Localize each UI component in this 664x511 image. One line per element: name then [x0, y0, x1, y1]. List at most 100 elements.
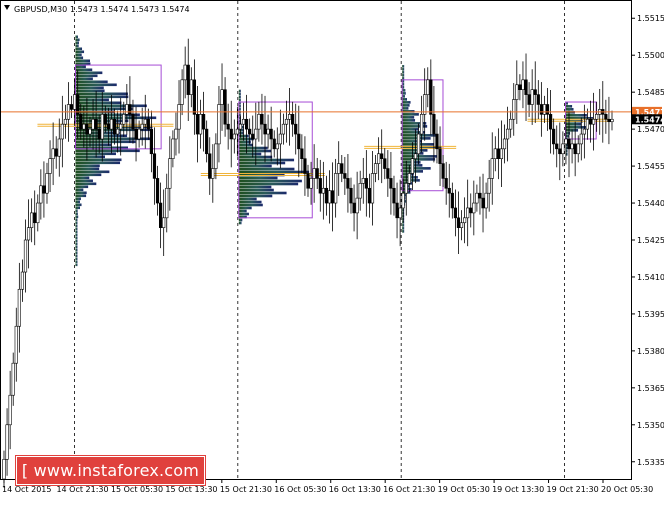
profile-bar	[75, 239, 78, 243]
ohlc-label: 1.5473 1.5474 1.5473 1.5474	[70, 5, 190, 14]
candle-body	[395, 202, 399, 219]
candle-body	[112, 118, 117, 135]
candle-body	[137, 128, 141, 140]
profile-bar	[402, 230, 405, 233]
profile-bar	[75, 179, 93, 183]
candle-body	[79, 114, 83, 130]
candle-body	[140, 123, 144, 130]
candle-body	[404, 183, 408, 194]
profile-bar	[402, 128, 419, 131]
candle-body	[466, 207, 470, 219]
x-tick-label: 19 Oct 05:30	[438, 485, 490, 494]
candle-body	[36, 202, 40, 224]
profile-bar	[565, 108, 574, 111]
profile-bar	[402, 107, 409, 110]
profile-bar	[238, 182, 299, 186]
profile-bar	[75, 56, 84, 60]
candle-body	[401, 192, 405, 209]
profile-bar	[75, 155, 105, 159]
candle-body	[318, 178, 322, 194]
candle-body	[131, 114, 135, 130]
candle-body	[588, 118, 593, 125]
candle-body	[281, 123, 286, 135]
candle-body	[20, 271, 25, 290]
candle-body	[346, 178, 350, 189]
profile-bar	[402, 155, 437, 158]
candle-body	[51, 148, 55, 159]
symbol-label: GBPUSD,M30	[14, 5, 67, 14]
candle-body	[116, 128, 120, 135]
y-tick-label: 1.5455	[637, 162, 664, 171]
candle-body	[389, 178, 393, 189]
profile-bar	[75, 242, 78, 246]
candle-body	[490, 158, 494, 179]
profile-bar	[75, 92, 128, 96]
price-tag-label: 1.5474	[635, 115, 664, 124]
candle-body	[174, 128, 178, 140]
profile-bar	[238, 149, 272, 153]
profile-bar	[238, 212, 249, 216]
candle-body	[146, 118, 150, 130]
candle-body	[582, 128, 586, 135]
candle-body	[235, 128, 239, 135]
profile-bar	[75, 185, 89, 189]
y-tick-label: 1.5500	[637, 51, 664, 60]
candle-body	[435, 133, 439, 150]
candle-body	[463, 217, 467, 224]
profile-bar	[75, 245, 78, 249]
chart-area[interactable]: 1.5477 1.5474 1.5515 1.5500 1.5485 1.5470 1.5…	[0, 0, 664, 507]
candle-body	[545, 104, 550, 115]
profile-bar	[238, 203, 263, 207]
x-tick-label: 16 Oct 13:30	[329, 485, 381, 494]
candle-body	[361, 178, 365, 184]
profile-bar	[402, 77, 405, 80]
profile-bar	[75, 116, 157, 120]
candle-body	[45, 173, 49, 194]
candle-body	[321, 187, 325, 194]
candle-body	[23, 239, 28, 273]
candle-body	[198, 114, 203, 135]
candle-body	[297, 133, 301, 150]
candle-body	[88, 128, 92, 135]
candle-body	[453, 207, 457, 219]
candle-body	[103, 114, 107, 125]
candle-body	[548, 114, 553, 130]
candle-body	[100, 114, 104, 140]
profile-bar	[75, 170, 110, 174]
candle-body	[576, 143, 580, 155]
candle-body	[244, 118, 249, 130]
candle-body	[429, 79, 433, 115]
candle-body	[162, 217, 166, 228]
candle-body	[398, 207, 402, 219]
candle-body	[327, 190, 332, 204]
candle-body	[315, 168, 319, 179]
candle-body	[539, 104, 543, 115]
profile-bar	[75, 236, 78, 240]
profile-bar	[75, 41, 79, 45]
profile-bar	[75, 209, 78, 213]
candle-body	[109, 118, 114, 130]
candle-body	[502, 138, 507, 150]
candle-body	[226, 123, 230, 130]
price-chart[interactable]: 1.54771.5474 1.55151.55001.54851.54701.5…	[0, 0, 664, 498]
profile-bar	[75, 224, 78, 228]
candle-body	[241, 118, 246, 125]
candle-body	[303, 158, 307, 174]
candle-body	[168, 158, 172, 189]
profile-bar	[238, 209, 247, 213]
candle-body	[306, 173, 310, 189]
profile-bar	[402, 104, 410, 107]
candle-body	[512, 99, 516, 120]
candle-body	[416, 133, 421, 155]
candle-body	[367, 187, 372, 204]
x-tick-label: 19 Oct 13:30	[492, 485, 544, 494]
profile-bar	[238, 131, 244, 135]
profile-bar	[75, 218, 78, 222]
candle-body	[330, 190, 335, 204]
profile-bar	[75, 173, 102, 177]
profile-bar	[238, 140, 251, 144]
candle-body	[300, 148, 304, 159]
candle-body	[180, 79, 184, 105]
candle-body	[515, 84, 519, 100]
candle-body	[536, 94, 540, 105]
